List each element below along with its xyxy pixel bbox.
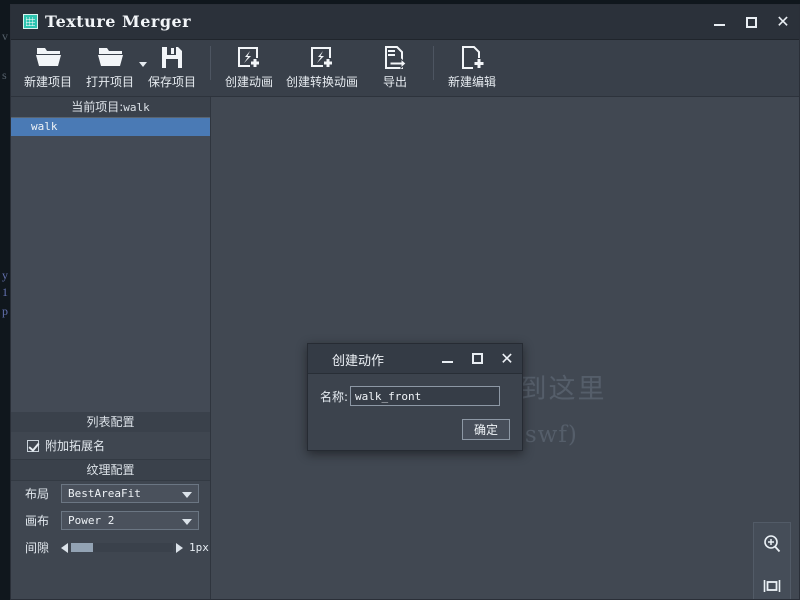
toolbar-new-edit-label: 新建编辑 <box>447 75 496 89</box>
fit-to-screen-button[interactable] <box>756 568 788 599</box>
toolbar-new-project[interactable]: 新建项目 <box>17 40 79 94</box>
texture-icon <box>23 14 38 29</box>
dialog-name-input[interactable]: walk_front <box>350 386 501 406</box>
toolbar-create-animation-label: 创建动画 <box>224 75 273 89</box>
toolbar-separator-2 <box>433 46 434 80</box>
toolbar-export-label: 导出 <box>382 75 407 89</box>
chevron-down-icon <box>182 492 192 498</box>
toolbar-create-animation[interactable]: 创建动画 <box>218 40 280 94</box>
export-icon <box>383 44 407 70</box>
window-titlebar: Texture Merger ✕ <box>11 5 799 40</box>
main-toolbar: 新建项目 打开项目 保存项目 创建动画 创建转换动画 导出 新建编辑 <box>11 40 799 97</box>
current-project-header-label: 当前项目: <box>71 100 124 114</box>
list-item[interactable]: walk <box>11 118 210 136</box>
new-edit-icon <box>460 44 484 70</box>
create-action-dialog: 创建动作 ✕ 名称: walk_front 确定 <box>307 343 523 451</box>
list-item-label: walk <box>31 120 58 133</box>
gap-slider-track[interactable] <box>71 543 173 552</box>
slider-left-arrow-icon[interactable] <box>61 542 68 553</box>
left-panel: 当前项目:walk walk 列表配置 附加拓展名 纹理配置 布局 BestAr… <box>11 97 211 599</box>
background-text-fragment: y <box>2 268 8 282</box>
close-button[interactable]: ✕ <box>767 5 799 39</box>
gap-value: 1px <box>189 541 209 554</box>
zoom-in-button[interactable] <box>756 526 788 562</box>
open-project-folder-icon <box>97 44 124 70</box>
layout-row: 布局 BestAreaFit <box>11 480 210 507</box>
toolbar-export[interactable]: 导出 <box>364 40 426 94</box>
append-extension-row[interactable]: 附加拓展名 <box>11 432 210 460</box>
minimize-icon <box>441 360 453 363</box>
gap-row: 间隙 1px <box>11 534 210 561</box>
zoom-in-icon <box>764 535 781 553</box>
canvas-value: Power 2 <box>68 514 115 527</box>
list-config-header: 列表配置 <box>11 412 210 433</box>
layout-value: BestAreaFit <box>68 487 141 500</box>
texture-merger-window: Texture Merger ✕ 新建项目 打开项目 保存项目 创建动画 创建转… <box>10 4 800 600</box>
main-body: 当前项目:walk walk 列表配置 附加拓展名 纹理配置 布局 BestAr… <box>11 97 799 599</box>
dialog-title: 创建动作 <box>332 354 385 369</box>
append-extension-label: 附加拓展名 <box>45 439 106 453</box>
toolbar-create-convert-animation[interactable]: 创建转换动画 <box>280 40 364 94</box>
canvas-select[interactable]: Power 2 <box>61 511 199 530</box>
project-list[interactable]: walk <box>11 117 210 413</box>
toolbar-save-project[interactable]: 保存项目 <box>141 40 203 94</box>
title-group: Texture Merger <box>23 12 191 31</box>
background-text-fragment: s <box>2 68 7 82</box>
slider-right-arrow-icon[interactable] <box>176 542 183 553</box>
close-icon: ✕ <box>500 348 514 368</box>
toolbar-create-convert-animation-label: 创建转换动画 <box>285 75 358 89</box>
background-text-fragment: p <box>2 304 8 318</box>
background-text-fragment: 1 <box>2 285 8 299</box>
create-animation-icon <box>237 44 261 70</box>
window-controls: ✕ <box>703 5 799 39</box>
gap-label: 间隙 <box>25 541 50 555</box>
dialog-minimize-button[interactable] <box>432 344 462 373</box>
zoom-toolbar <box>753 522 791 599</box>
dialog-maximize-button[interactable] <box>462 344 492 373</box>
gap-slider[interactable] <box>61 540 183 555</box>
maximize-icon <box>471 353 483 364</box>
canvas-label: 画布 <box>25 514 50 528</box>
canvas-row: 画布 Power 2 <box>11 507 210 534</box>
layout-label: 布局 <box>25 487 50 501</box>
dialog-close-button[interactable]: ✕ <box>492 344 522 373</box>
create-convert-animation-icon <box>310 44 334 70</box>
current-project-header: 当前项目:walk <box>11 97 210 118</box>
toolbar-open-project-label: 打开项目 <box>85 75 134 89</box>
texture-config-header: 纹理配置 <box>11 460 210 481</box>
append-extension-checkbox[interactable] <box>27 439 39 452</box>
current-project-name: walk <box>123 101 150 114</box>
gap-slider-thumb[interactable] <box>71 543 93 552</box>
dialog-titlebar: 创建动作 ✕ <box>308 344 522 374</box>
toolbar-separator-1 <box>210 46 211 80</box>
layout-select[interactable]: BestAreaFit <box>61 484 199 503</box>
chevron-down-icon <box>182 519 192 525</box>
maximize-icon <box>745 16 757 28</box>
dialog-window-controls: ✕ <box>432 344 522 373</box>
maximize-button[interactable] <box>735 5 767 39</box>
fit-to-screen-icon <box>763 580 781 592</box>
toolbar-open-project[interactable]: 打开项目 <box>79 40 147 94</box>
save-project-disk-icon <box>160 44 184 70</box>
close-icon: ✕ <box>776 12 790 31</box>
dialog-name-label: 名称: <box>320 389 349 404</box>
background-text-fragment: v <box>2 29 8 43</box>
minimize-button[interactable] <box>703 5 735 39</box>
window-title: Texture Merger <box>45 12 192 31</box>
toolbar-new-edit[interactable]: 新建编辑 <box>441 40 503 94</box>
toolbar-save-project-label: 保存项目 <box>147 75 196 89</box>
toolbar-new-project-label: 新建项目 <box>23 75 72 89</box>
minimize-icon <box>713 24 725 26</box>
dialog-ok-button[interactable]: 确定 <box>462 419 510 440</box>
dialog-name-field-row: 名称: walk_front <box>308 386 522 406</box>
new-project-folder-icon <box>35 44 62 70</box>
